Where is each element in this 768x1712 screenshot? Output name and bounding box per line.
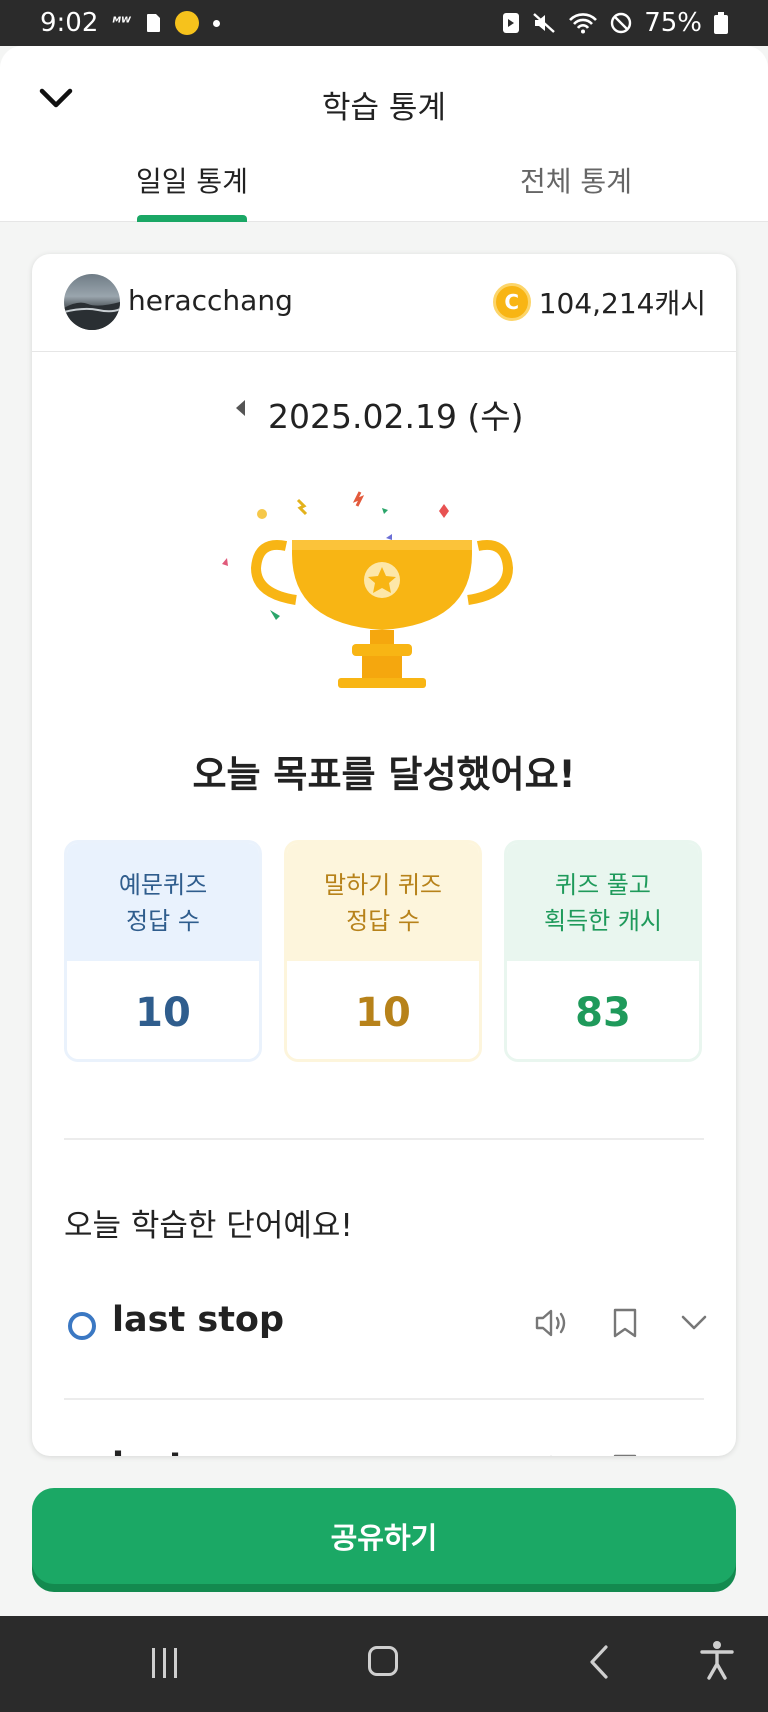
stat-value: 83: [507, 961, 699, 1059]
speaker-icon[interactable]: [534, 1454, 570, 1456]
more-notifications-icon: [212, 19, 220, 27]
app-header: 학습 통계 일일 통계 전체 통계: [0, 46, 768, 222]
stat-label: 말하기 퀴즈정답 수: [287, 843, 479, 961]
words-section-title: 오늘 학습한 단어예요!: [64, 1208, 353, 1244]
active-tab-indicator: [137, 215, 247, 222]
username: heracchang: [128, 284, 293, 317]
notification-app-icon: [174, 11, 199, 35]
sd-card-icon: [145, 13, 161, 33]
row-divider: [64, 1398, 704, 1400]
stat-card-sentence-quiz: 예문퀴즈정답 수 10: [64, 840, 262, 1062]
share-button[interactable]: 공유하기: [32, 1488, 736, 1584]
accessibility-icon: [700, 1641, 734, 1680]
word-actions: [534, 1308, 708, 1338]
stat-label-line1: 예문퀴즈: [118, 871, 208, 899]
section-divider: [64, 1138, 704, 1140]
stat-label: 퀴즈 풀고획득한 캐시: [507, 843, 699, 961]
daily-stats-card: heracchang C 104,214캐시 2025.02.19 (수) 오늘…: [32, 254, 736, 1456]
status-time: 9:02: [40, 8, 99, 38]
caret-left-icon[interactable]: [236, 400, 245, 416]
coin-icon: C: [492, 283, 531, 321]
cash-amount: 104,214캐시: [538, 287, 706, 320]
bookmark-icon[interactable]: [612, 1308, 638, 1338]
speaker-icon[interactable]: [534, 1308, 570, 1338]
tab-all-label: 전체 통계: [520, 165, 632, 198]
avatar[interactable]: [64, 274, 120, 330]
carrier-badge: ᴹᵂ: [112, 15, 131, 31]
back-button[interactable]: [588, 1644, 610, 1684]
nfc-icon: [502, 12, 520, 34]
wifi-icon: [568, 12, 598, 34]
chevron-left-icon: [590, 1645, 608, 1679]
stat-value: 10: [67, 961, 259, 1059]
cash-balance: C 104,214캐시: [492, 282, 706, 322]
stat-card-speaking-quiz: 말하기 퀴즈정답 수 10: [284, 840, 482, 1062]
user-row: heracchang C 104,214캐시: [32, 254, 736, 352]
accessibility-button[interactable]: [700, 1640, 734, 1684]
recent-apps-button[interactable]: [152, 1648, 184, 1678]
word-text: last stop: [112, 1300, 285, 1340]
status-circle-icon: [68, 1312, 96, 1340]
stat-label-line1: 말하기 퀴즈: [323, 871, 443, 899]
do-not-disturb-icon: [610, 12, 632, 34]
battery-icon: [714, 12, 728, 34]
stat-label-line1: 퀴즈 풀고: [555, 871, 651, 899]
list-item[interactable]: last stop: [32, 1288, 736, 1378]
stat-label-line2: 정답 수: [126, 907, 200, 935]
goal-achieved-message: 오늘 목표를 달성했어요!: [192, 753, 576, 796]
stat-label: 예문퀴즈정답 수: [67, 843, 259, 961]
tab-daily-stats[interactable]: 일일 통계: [0, 154, 384, 222]
stat-value: 10: [287, 961, 479, 1059]
mute-icon: [532, 12, 556, 34]
word-text: last: [112, 1446, 185, 1456]
battery-level: 75%: [644, 8, 702, 38]
stat-label-line2: 정답 수: [346, 907, 420, 935]
trophy-icon: [222, 491, 514, 688]
list-item[interactable]: last: [32, 1434, 736, 1456]
status-bar: 9:02 ᴹᵂ 75%: [0, 0, 768, 46]
bookmark-icon[interactable]: [612, 1454, 638, 1456]
tab-daily-label: 일일 통계: [136, 165, 248, 198]
stat-label-line2: 획득한 캐시: [543, 907, 663, 935]
chevron-down-icon[interactable]: [680, 1314, 708, 1332]
tab-all-stats[interactable]: 전체 통계: [384, 154, 768, 222]
selected-date: 2025.02.19 (수): [268, 397, 524, 436]
home-button[interactable]: [368, 1646, 398, 1676]
word-actions: [534, 1454, 708, 1456]
page-title: 학습 통계: [322, 90, 446, 126]
stat-card-earned-cash: 퀴즈 풀고획득한 캐시 83: [504, 840, 702, 1062]
system-nav-bar: [0, 1616, 768, 1712]
